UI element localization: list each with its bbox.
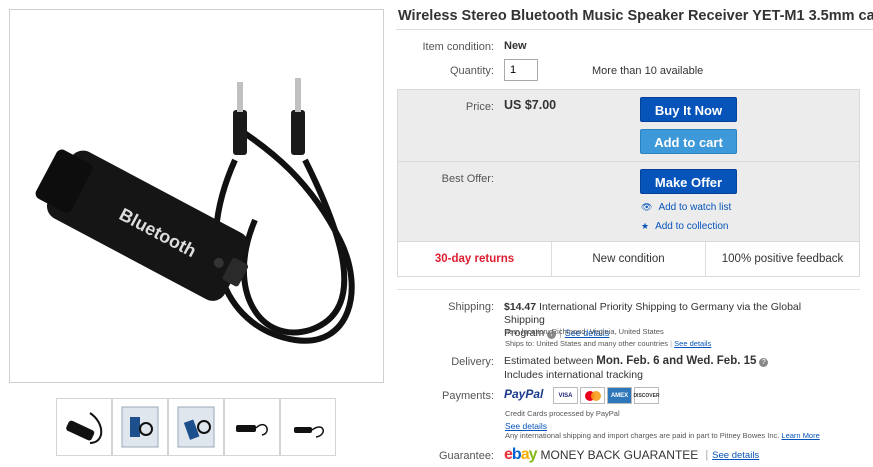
money-back-guarantee: ebay ebay MONEY BACK GUARANTEE | See det… bbox=[504, 446, 760, 463]
thumbnail-5[interactable] bbox=[280, 398, 336, 456]
condition-label: Item condition: bbox=[422, 41, 494, 53]
payments-see-details-link[interactable]: See details bbox=[505, 421, 547, 431]
delivery-label: Delivery: bbox=[451, 356, 494, 368]
thumbnail-3[interactable] bbox=[168, 398, 224, 456]
listing-title: Wireless Stereo Bluetooth Music Speaker … bbox=[398, 8, 873, 24]
buybox-divider bbox=[398, 161, 859, 162]
returns-feature: 30-day returns bbox=[398, 242, 552, 276]
product-photo: Bluetooth bbox=[35, 78, 355, 344]
watch-list-label: Add to watch list bbox=[658, 202, 732, 213]
ships-to-label: Ships to: bbox=[505, 339, 535, 348]
delivery-prefix: Estimated between bbox=[504, 355, 594, 367]
title-divider bbox=[396, 29, 873, 30]
paypal-logo-text: PayPal bbox=[504, 387, 544, 401]
add-to-collection-link[interactable]: ★ Add to collection bbox=[641, 221, 728, 232]
shipping-cost: $14.47 bbox=[504, 301, 537, 313]
section-divider bbox=[397, 289, 860, 290]
import-note-text: Any international shipping and import ch… bbox=[505, 431, 780, 440]
thumbnail-strip bbox=[56, 398, 336, 456]
buy-it-now-button[interactable]: Buy It Now bbox=[640, 97, 737, 122]
feedback-feature: 100% positive feedback bbox=[721, 253, 844, 265]
shipping-label: Shipping: bbox=[448, 301, 494, 313]
shipping-desc-1: International Priority Shipping to Germa… bbox=[504, 301, 802, 326]
price-value: US $7.00 bbox=[504, 98, 557, 112]
guarantee-label: Guarantee: bbox=[438, 450, 494, 462]
delivery-range: Mon. Feb. 6 and Wed. Feb. 15 bbox=[596, 355, 757, 367]
item-location-label: Item location: bbox=[505, 327, 550, 336]
feature-row: 30-day returns New condition 100% positi… bbox=[397, 241, 860, 277]
thumbnail-2[interactable] bbox=[112, 398, 168, 456]
thumbnail-1[interactable] bbox=[56, 398, 112, 456]
collection-label: Add to collection bbox=[655, 221, 729, 232]
condition-value: New bbox=[504, 40, 527, 52]
amex-icon: AMEX bbox=[607, 387, 632, 404]
price-label: Price: bbox=[465, 101, 494, 113]
delivery-help-icon: ? bbox=[759, 358, 769, 367]
discover-icon: DISCOVER bbox=[633, 387, 660, 404]
ships-to: Ships to: United States and many other c… bbox=[505, 339, 712, 348]
condition-feature: New condition bbox=[552, 242, 706, 276]
ebay-logo: ebay ebay bbox=[504, 446, 537, 463]
guarantee-text: MONEY BACK GUARANTEE bbox=[540, 448, 699, 462]
main-product-image[interactable]: Bluetooth bbox=[9, 9, 384, 383]
quantity-label: Quantity: bbox=[449, 65, 494, 77]
payments-label: Payments: bbox=[442, 390, 494, 402]
best-offer-label: Best Offer: bbox=[441, 173, 494, 185]
add-to-watch-list-link[interactable]: 👁 Add to watch list bbox=[641, 202, 731, 213]
payments-see-details[interactable]: See details bbox=[505, 421, 547, 431]
eye-icon: 👁 bbox=[641, 202, 653, 212]
quantity-input[interactable] bbox=[504, 59, 538, 81]
star-icon: ★ bbox=[641, 221, 650, 231]
item-location-value: Richmond, Virginia, United States bbox=[551, 327, 664, 336]
guarantee-see-details-link[interactable]: See details bbox=[712, 450, 759, 461]
paypal-logo: PayPal bbox=[504, 387, 543, 401]
card-logos: VISA MC AMEX DISCOVER bbox=[553, 387, 660, 404]
add-to-cart-button[interactable]: Add to cart bbox=[640, 129, 737, 154]
import-note: Any international shipping and import ch… bbox=[505, 431, 820, 440]
make-offer-button[interactable]: Make Offer bbox=[640, 169, 737, 194]
thumbnail-4[interactable] bbox=[224, 398, 280, 456]
credit-processed-text: Credit Cards processed by PayPal bbox=[505, 409, 620, 418]
ships-to-value: United States and many other countries bbox=[536, 339, 669, 348]
ships-to-see-details-link[interactable]: See details bbox=[674, 339, 711, 348]
visa-icon: VISA bbox=[553, 387, 578, 404]
learn-more-link[interactable]: Learn More bbox=[781, 431, 819, 440]
mastercard-icon: MC bbox=[580, 387, 605, 404]
delivery-estimate: Estimated between Mon. Feb. 6 and Wed. F… bbox=[504, 355, 769, 367]
tracking-text: Includes international tracking bbox=[504, 369, 643, 381]
availability-text: More than 10 available bbox=[592, 65, 704, 77]
item-location: Item location: Richmond, Virginia, Unite… bbox=[505, 327, 664, 336]
